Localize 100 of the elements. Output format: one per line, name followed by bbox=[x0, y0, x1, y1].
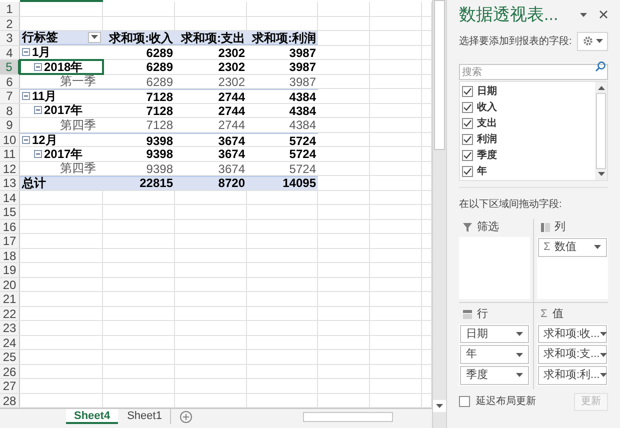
row-header[interactable]: 17 bbox=[0, 234, 20, 248]
collapse-icon[interactable] bbox=[34, 62, 42, 71]
row-header[interactable]: 25 bbox=[0, 350, 20, 364]
table-cell-text: 7128 bbox=[145, 118, 174, 132]
row-header[interactable]: 14 bbox=[0, 190, 20, 204]
table-cell: 2744 bbox=[175, 89, 247, 102]
row-header[interactable]: 24 bbox=[0, 336, 20, 349]
field-chip[interactable]: 年 bbox=[460, 345, 528, 364]
field-chip[interactable]: 求和项:利... bbox=[538, 366, 607, 385]
panel-menu-icon bbox=[580, 12, 587, 17]
row-header[interactable]: 5 bbox=[0, 60, 20, 74]
table-cell[interactable]: 第四季 bbox=[20, 118, 103, 132]
area-label: 值 bbox=[552, 307, 564, 322]
scroll-down-icon bbox=[436, 404, 443, 408]
caret-icon bbox=[91, 35, 98, 40]
drop-area[interactable]: 求和项:收... 求和项:支... 求和项:利... bbox=[536, 324, 608, 386]
table-cell[interactable]: 2018年 bbox=[20, 60, 103, 74]
table-cell[interactable]: 第一季 bbox=[20, 74, 103, 88]
collapse-icon[interactable] bbox=[34, 106, 42, 114]
table-cell: 22815 bbox=[103, 176, 175, 190]
caret-icon bbox=[600, 373, 607, 378]
table-cell[interactable]: 第四季 bbox=[20, 162, 103, 175]
collapse-icon[interactable] bbox=[34, 150, 42, 158]
row-header[interactable]: 27 bbox=[0, 379, 20, 392]
row-header[interactable]: 4 bbox=[0, 46, 20, 59]
row-header[interactable]: 9 bbox=[0, 118, 20, 132]
row-header[interactable]: 11 bbox=[0, 147, 20, 160]
row-header[interactable]: 28 bbox=[0, 394, 20, 407]
collapse-icon[interactable] bbox=[22, 92, 30, 100]
chip-label: 求和项:收... bbox=[544, 326, 600, 342]
row-header[interactable]: 19 bbox=[0, 263, 20, 276]
chip-label: 求和项:利... bbox=[544, 368, 600, 383]
table-cell[interactable]: 2017年 bbox=[20, 147, 103, 160]
row-header[interactable]: 26 bbox=[0, 364, 20, 378]
search-icon[interactable] bbox=[595, 60, 606, 72]
row-header[interactable]: 22 bbox=[0, 306, 20, 320]
table-cell: 总计 bbox=[20, 176, 103, 190]
table-cell: 14095 bbox=[247, 176, 318, 190]
table-cell-text: 6289 bbox=[145, 60, 174, 74]
table-cell[interactable]: 12月 bbox=[20, 132, 103, 146]
horizontal-scrollbar[interactable] bbox=[302, 412, 393, 422]
caret-icon bbox=[594, 245, 601, 249]
checkbox[interactable] bbox=[459, 396, 470, 407]
table-cell: 8720 bbox=[175, 176, 247, 190]
row-header[interactable]: 2 bbox=[0, 16, 20, 30]
field-chip[interactable]: Σ 数值 bbox=[538, 238, 607, 256]
collapse-icon[interactable] bbox=[22, 48, 30, 56]
filter-dropdown[interactable] bbox=[88, 32, 101, 43]
row-header[interactable]: 6 bbox=[0, 74, 20, 88]
row-header[interactable]: 23 bbox=[0, 321, 20, 334]
row-header[interactable]: 10 bbox=[0, 132, 20, 146]
table-cell-text: 9398 bbox=[145, 147, 174, 160]
table-cell[interactable]: 11月 bbox=[20, 89, 103, 102]
collapse-icon[interactable] bbox=[22, 136, 30, 144]
row-header[interactable]: 8 bbox=[0, 104, 20, 117]
row-header[interactable]: 21 bbox=[0, 292, 20, 306]
table-cell-text: 2302 bbox=[217, 60, 246, 74]
field-chip[interactable]: 求和项:支... bbox=[538, 345, 607, 364]
row-header[interactable]: 12 bbox=[0, 162, 20, 175]
table-cell-text: 6289 bbox=[145, 46, 174, 59]
row-header[interactable]: 20 bbox=[0, 278, 20, 291]
area-label: 行 bbox=[477, 307, 488, 322]
table-cell-text: 3987 bbox=[288, 60, 317, 74]
caret-icon bbox=[516, 332, 522, 336]
field-chip[interactable]: 季度 bbox=[460, 366, 528, 385]
area-label: 筛选 bbox=[477, 220, 499, 236]
drop-area[interactable]: Σ 数值 bbox=[536, 236, 608, 298]
filter-icon bbox=[463, 223, 472, 232]
table-cell[interactable]: 2017年 bbox=[20, 104, 103, 117]
table-cell: 4384 bbox=[247, 89, 318, 102]
table-cell: 求和项:支出 bbox=[175, 31, 247, 44]
add-sheet-icon[interactable] bbox=[180, 411, 192, 423]
settings-icon bbox=[582, 36, 592, 46]
row-header[interactable]: 1 bbox=[0, 2, 20, 16]
caret-icon bbox=[600, 332, 607, 336]
table-cell-text: 5724 bbox=[288, 162, 317, 175]
table-cell-text: 3674 bbox=[217, 147, 246, 160]
field-chip[interactable]: 求和项:收... bbox=[538, 324, 607, 344]
settings-dropdown[interactable] bbox=[577, 32, 608, 50]
sheet-tab[interactable]: Sheet4 bbox=[66, 409, 118, 424]
defer-label[interactable]: 延迟布局更新 bbox=[476, 394, 536, 409]
caret-icon bbox=[516, 352, 522, 356]
row-header[interactable]: 3 bbox=[0, 31, 20, 44]
close-icon[interactable] bbox=[599, 10, 608, 20]
row-header[interactable]: 16 bbox=[0, 220, 20, 233]
table-cell-text: 行标签 bbox=[22, 29, 58, 46]
row-header[interactable]: 13 bbox=[0, 176, 20, 190]
row-header[interactable]: 15 bbox=[0, 205, 20, 218]
search-field[interactable]: 搜索 bbox=[459, 64, 608, 80]
table-cell: 求和项:收入 bbox=[103, 31, 175, 44]
field-chip[interactable]: 日期 bbox=[460, 324, 528, 344]
area-label: 列 bbox=[554, 220, 566, 236]
table-cell-text: 3987 bbox=[288, 46, 317, 59]
table-cell[interactable]: 1月 bbox=[20, 46, 103, 59]
row-header[interactable]: 18 bbox=[0, 248, 20, 262]
vertical-scrollbar[interactable] bbox=[432, 0, 446, 428]
drop-area[interactable]: 日期 年 季度 bbox=[459, 324, 530, 386]
caret-icon bbox=[596, 39, 602, 43]
row-header[interactable]: 7 bbox=[0, 89, 20, 102]
table-cell-text: 3987 bbox=[288, 74, 317, 88]
